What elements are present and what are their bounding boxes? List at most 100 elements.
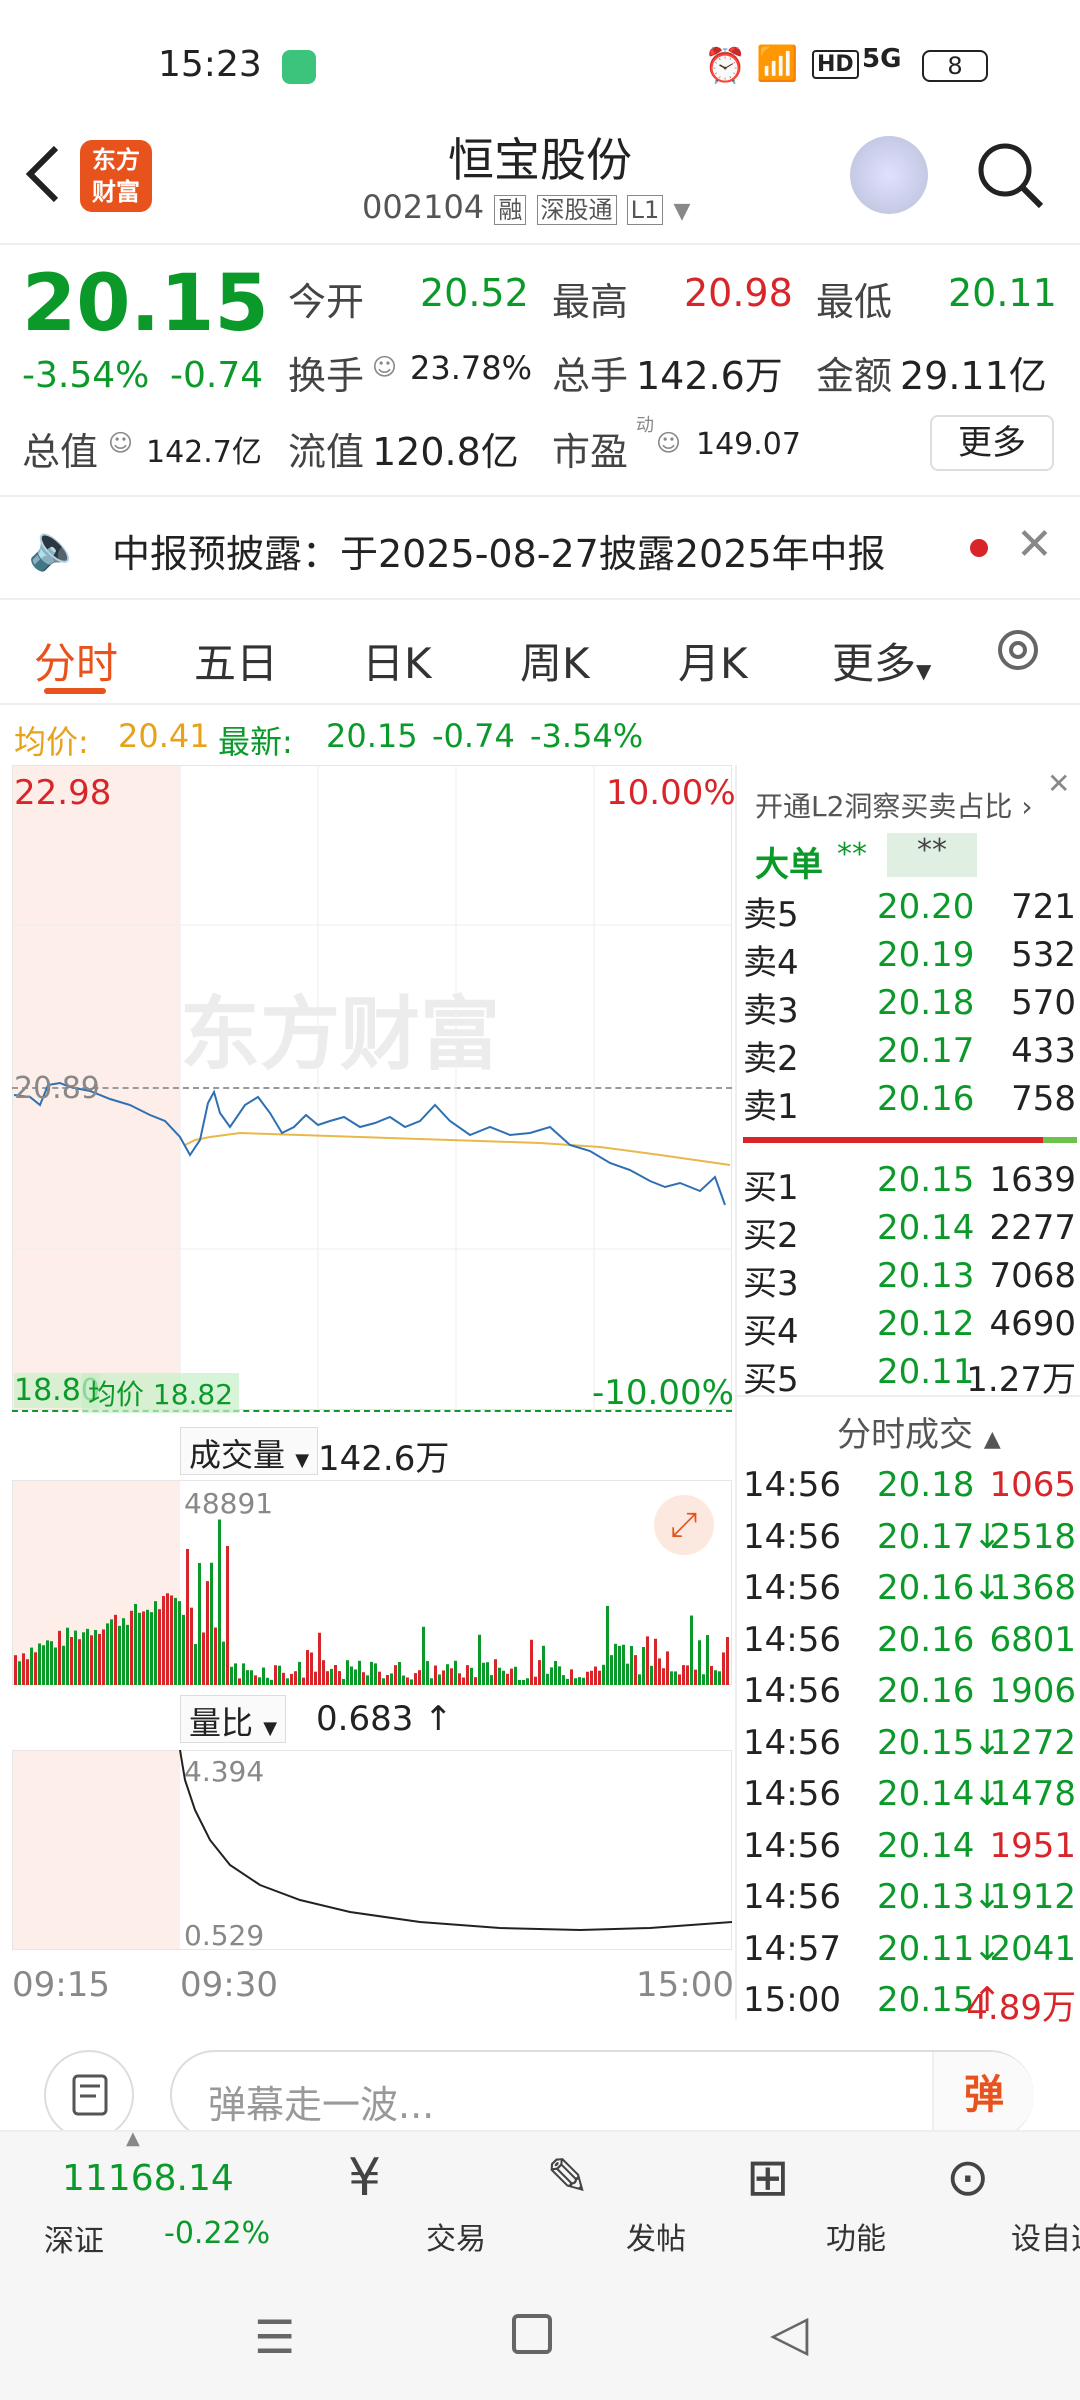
volume-bar [38, 1643, 41, 1685]
tab-intraday[interactable]: 分时 [34, 630, 118, 691]
barrage-placeholder: 弹幕走一波... [208, 2083, 435, 2127]
tab-weekly-k[interactable]: 周K [520, 630, 590, 691]
tick-price: 20.16 [877, 1619, 975, 1660]
expand-icon[interactable]: ⤢ [654, 1495, 714, 1555]
volume-bar [466, 1665, 469, 1685]
ob-volume: 570 [1011, 983, 1076, 1023]
index-ticker[interactable]: ▲ 11168.14 深证 -0.22% [28, 2128, 288, 2272]
ask-row[interactable]: 卖1 20.16 758 [737, 1079, 1080, 1127]
ratio-line [179, 1750, 733, 1932]
comment-list-icon[interactable] [44, 2050, 134, 2140]
close-icon[interactable]: ✕ [1047, 767, 1070, 800]
volume-bar [642, 1646, 645, 1685]
ask-row[interactable]: 卖3 20.18 570 [737, 983, 1080, 1031]
volume-bar [266, 1677, 269, 1685]
app-logo[interactable]: 东方 财富 [80, 140, 152, 212]
ratio-selector[interactable]: 量比 ▼ [180, 1695, 287, 1743]
barrage-toggle-button[interactable]: 弹 [932, 2052, 1034, 2138]
intraday-chart[interactable]: 东方财富 22.98 10.00% 20.89 18.80 均价 18.82 -… [0, 765, 736, 2020]
info-icon[interactable]: ☺ [372, 353, 397, 381]
volume-bar [70, 1637, 73, 1685]
volume-bar [682, 1665, 685, 1685]
dock-add-watchlist[interactable]: ⊙ 设自选 [896, 2132, 1080, 2272]
ob-volume: 1.27万 [966, 1360, 1076, 1400]
dock-functions[interactable]: ⊞ 功能 [696, 2132, 886, 2272]
ask-row[interactable]: 卖5 20.20 721 [737, 887, 1080, 935]
volume-bar [286, 1678, 289, 1685]
menu-icon[interactable]: ☰ [254, 2310, 295, 2364]
dock-post[interactable]: ✎ 发帖 [496, 2132, 686, 2272]
info-icon[interactable]: ☺ [108, 429, 133, 457]
tick-price: 20.15 [877, 1980, 975, 2020]
volume-bar [398, 1661, 401, 1685]
volume-bar [706, 1635, 709, 1685]
ask-row[interactable]: 卖2 20.17 433 [737, 1031, 1080, 1079]
ratio-value-text: 0.683 [316, 1699, 414, 1739]
dock-trade[interactable]: ¥ 交易 [296, 2132, 486, 2272]
tick-price: 20.17 [877, 1516, 975, 1557]
signal-5g-icon: 5G [862, 44, 902, 74]
bid-row[interactable]: 买3 20.13 7068 [737, 1256, 1080, 1304]
info-icon[interactable]: ☺ [656, 429, 681, 457]
volume-bar [102, 1629, 105, 1685]
volume-bar [138, 1612, 141, 1685]
open-value: 20.52 [420, 271, 529, 315]
battery-icon: 8 [922, 50, 988, 82]
ob-price: 20.11 [877, 1352, 975, 1392]
volume-bar [538, 1660, 541, 1685]
caret-down-icon: ▼ [295, 1450, 310, 1471]
volume-bar [190, 1607, 193, 1685]
ob-price: 20.12 [877, 1304, 975, 1344]
volume-bar [218, 1519, 221, 1685]
volume-bar [446, 1664, 449, 1685]
volume-bar [458, 1673, 461, 1685]
close-icon[interactable]: ✕ [1016, 519, 1053, 570]
l2-promo[interactable]: 开通L2洞察买卖占比 › [755, 785, 1033, 825]
float-label: 流值 [288, 430, 365, 474]
tick-time: 14:56 [743, 1877, 841, 1917]
tab-5day[interactable]: 五日 [194, 630, 278, 691]
volume-bar [78, 1639, 81, 1685]
volume-bars [14, 1519, 729, 1685]
volume-bar [106, 1623, 109, 1685]
volume-bar [694, 1669, 697, 1685]
ob-volume: 4690 [989, 1304, 1076, 1344]
back-icon[interactable] [22, 144, 62, 204]
notice-bar[interactable]: 🔈 中报预披露：于2025-08-27披露2025年中报 ✕ [0, 495, 1080, 600]
volume-selector[interactable]: 成交量 ▼ [180, 1427, 319, 1475]
volume-bar [210, 1562, 213, 1685]
volume-bar [366, 1675, 369, 1685]
more-button[interactable]: 更多 [930, 415, 1054, 471]
bid-row[interactable]: 买2 20.14 2277 [737, 1208, 1080, 1256]
ticks-title[interactable]: 分时成交 ▲ [837, 1407, 1001, 1456]
bid-row[interactable]: 买4 20.12 4690 [737, 1304, 1080, 1352]
ob-label: 买1 [743, 1168, 799, 1208]
volume-bar [42, 1645, 45, 1685]
home-icon[interactable] [512, 2314, 552, 2354]
tab-more[interactable]: 更多▼ [832, 630, 931, 691]
volume-bar [710, 1665, 713, 1685]
tab-monthly-k[interactable]: 月K [678, 630, 748, 691]
robot-avatar-icon[interactable] [850, 136, 928, 214]
search-icon[interactable] [975, 140, 1047, 212]
chevron-down-icon[interactable]: ▼ [673, 199, 690, 224]
bid-row[interactable]: 买5 20.11 1.27万 [737, 1352, 1080, 1400]
volume-bar [110, 1619, 113, 1685]
back-nav-icon[interactable]: ◁ [770, 2304, 808, 2362]
tag-margin: 融 [494, 195, 527, 225]
bid-row[interactable]: 买1 20.15 1639 [737, 1160, 1080, 1208]
index-name: 深证 [44, 2224, 104, 2259]
tab-daily-k[interactable]: 日K [362, 630, 432, 691]
ob-label: 买4 [743, 1312, 799, 1352]
ask-row[interactable]: 卖4 20.19 532 [737, 935, 1080, 983]
ob-label: 卖2 [743, 1039, 799, 1079]
stock-name: 恒宝股份 [448, 133, 632, 187]
volume-bar [166, 1593, 169, 1685]
ratio-min: 0.529 [184, 1919, 265, 1952]
settings-gear-icon[interactable] [990, 622, 1046, 678]
tab-more-label: 更多 [832, 639, 917, 688]
tick-row: 14:56 20.14 1951 [737, 1826, 1080, 1874]
stock-code: 002104 [362, 188, 485, 226]
barrage-input[interactable]: 弹幕走一波... 弹 [170, 2050, 1034, 2140]
latest-pct: -3.54% [530, 717, 644, 755]
